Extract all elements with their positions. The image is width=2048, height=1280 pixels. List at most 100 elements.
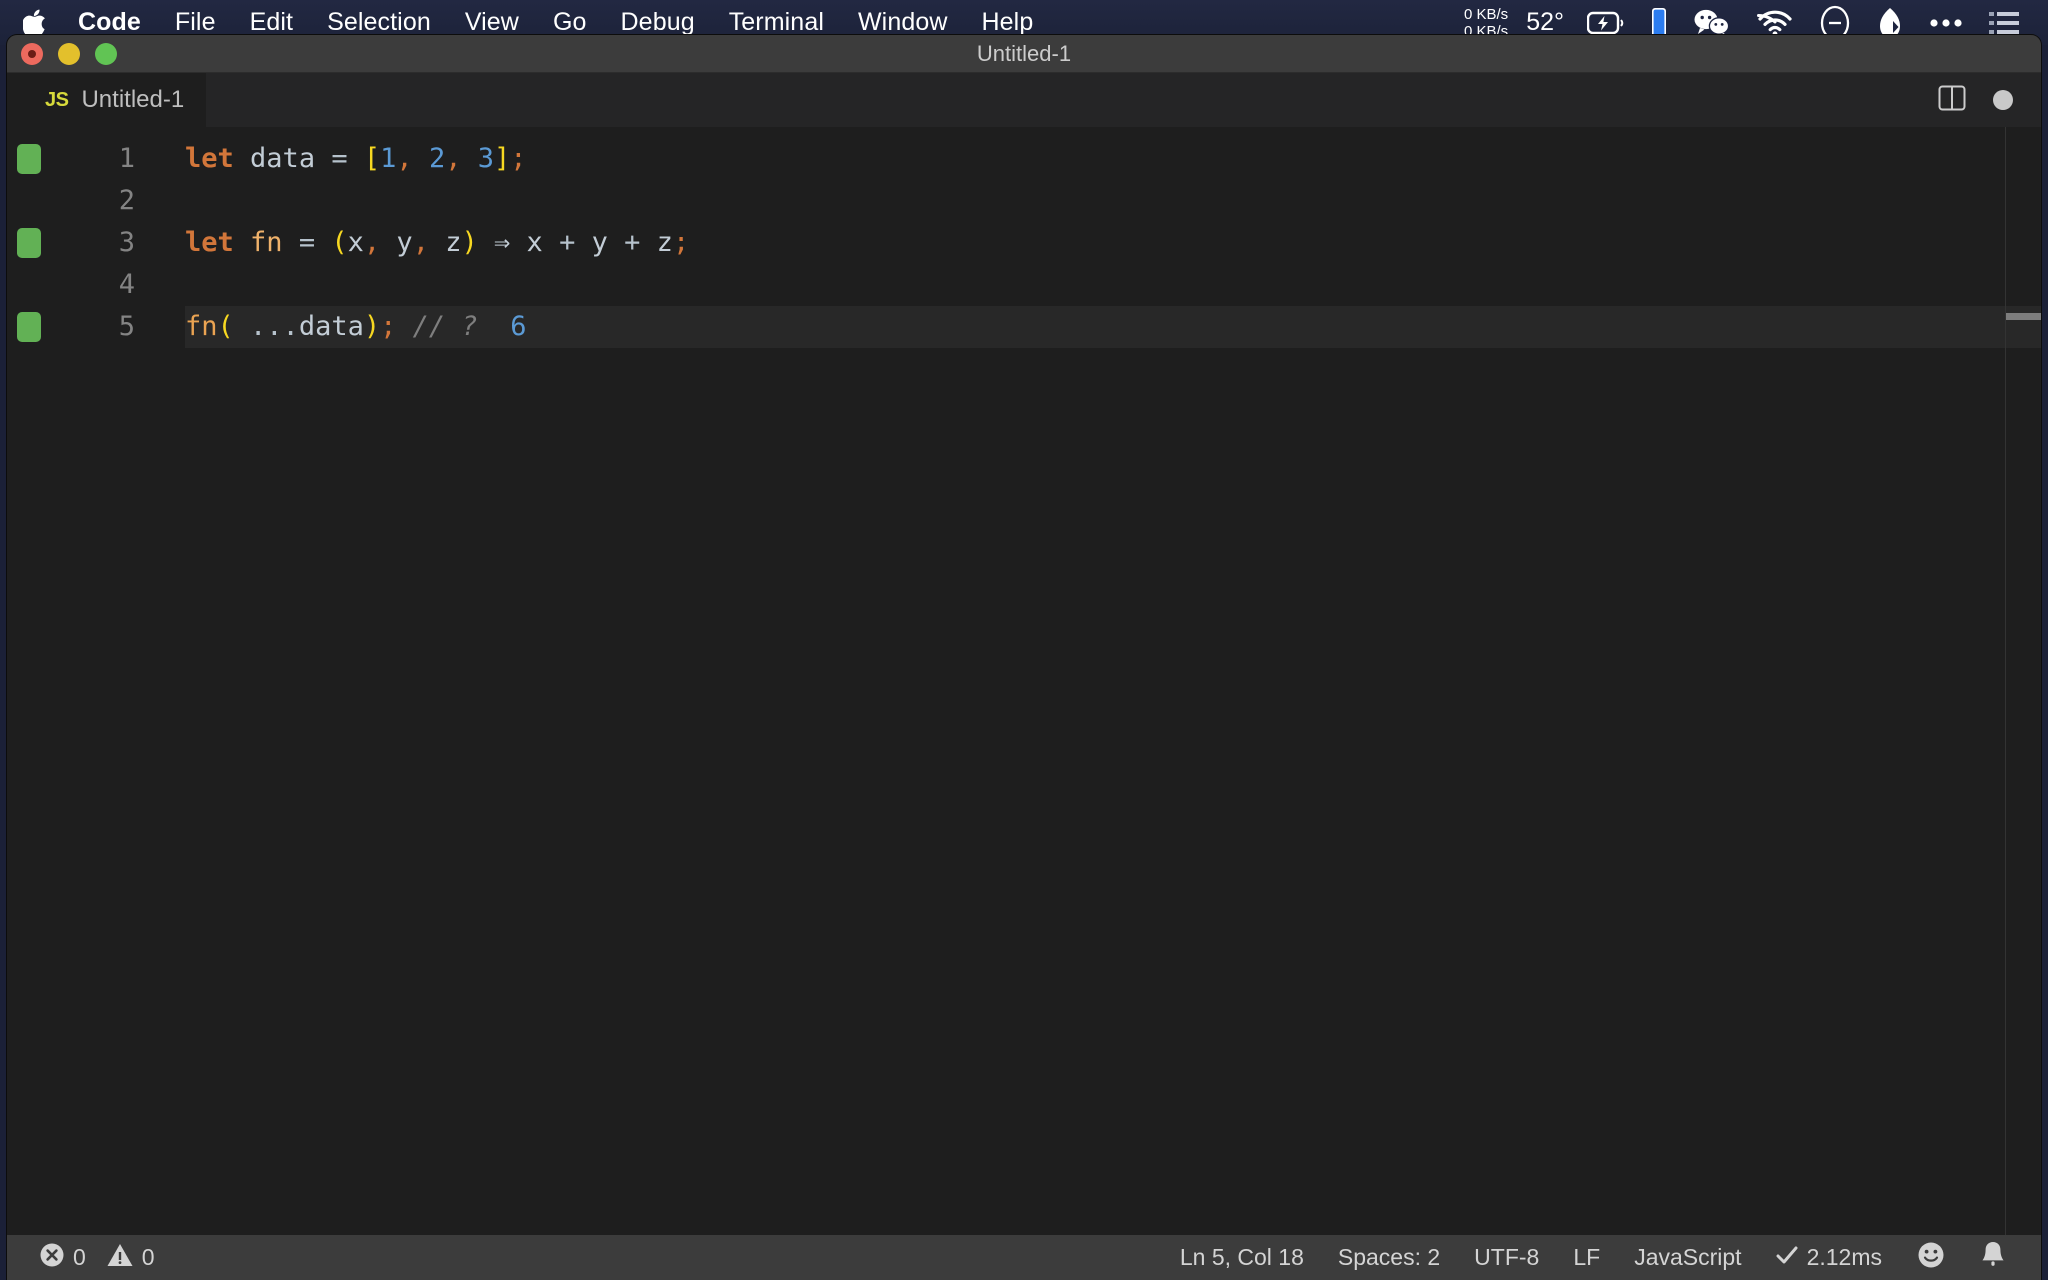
cursor-position-status[interactable]: Ln 5, Col 18	[1163, 1244, 1321, 1271]
token: =	[331, 143, 348, 174]
warning-count: 0	[141, 1244, 155, 1270]
indentation-status[interactable]: Spaces: 2	[1321, 1244, 1457, 1271]
token: fn	[250, 227, 283, 258]
token: ,	[412, 227, 429, 258]
editor-line-5[interactable]: 5 fn( ...data); // ? 6	[7, 306, 2041, 348]
smiley-icon	[1916, 1240, 1946, 1276]
token: x	[526, 227, 543, 258]
editor-line-4[interactable]: 4	[7, 264, 2041, 306]
token: y	[396, 227, 413, 258]
language-mode-status[interactable]: JavaScript	[1617, 1244, 1758, 1271]
token: 1	[380, 143, 397, 174]
tab-label: Untitled-1	[81, 86, 185, 113]
line-number: 5	[118, 311, 135, 342]
token: ;	[510, 143, 527, 174]
eol-status[interactable]: LF	[1556, 1244, 1617, 1271]
error-count: 0	[73, 1244, 86, 1270]
javascript-file-icon: JS	[45, 88, 69, 111]
tab-untitled-1[interactable]: JS Untitled-1	[7, 73, 208, 127]
code-editor[interactable]: 1 let data = [1, 2, 3]; 2 3 let fn = (x, y, …	[7, 127, 2041, 1235]
token: let	[185, 227, 234, 258]
editor-line-1[interactable]: 1 let data = [1, 2, 3];	[7, 138, 2041, 180]
editor-actions-group	[1937, 73, 2023, 127]
notifications-bell-button[interactable]	[1963, 1240, 2023, 1276]
token: fn	[185, 311, 218, 342]
token: y	[591, 227, 608, 258]
token: +	[624, 227, 641, 258]
editor-line-3[interactable]: 3 let fn = (x, y, z) ⇒ x + y + z;	[7, 222, 2041, 264]
encoding-status[interactable]: UTF-8	[1457, 1244, 1556, 1271]
token: x	[347, 227, 364, 258]
screen: Code File Edit Selection View Go Debug T…	[0, 0, 2048, 1280]
token: z	[656, 227, 673, 258]
token: z	[445, 227, 462, 258]
editor-line-2[interactable]: 2	[7, 180, 2041, 222]
split-editor-icon[interactable]	[1937, 83, 1967, 118]
window-titlebar: Untitled-1	[7, 35, 2041, 73]
run-time-value: 2.12ms	[1806, 1244, 1882, 1270]
line-number: 1	[118, 143, 135, 174]
unsaved-dot-icon[interactable]	[1993, 90, 2013, 110]
vscode-window: Untitled-1 JS Untitled-1 1 let data = [1,…	[7, 35, 2041, 1280]
token: (	[217, 311, 234, 342]
token: =	[298, 227, 316, 258]
network-upload-speed: 0 KB/s	[1464, 5, 1509, 23]
token: ,	[396, 143, 413, 174]
check-icon	[1776, 1244, 1798, 1271]
run-time-status[interactable]: 2.12ms	[1759, 1244, 1899, 1271]
token: ...	[250, 311, 299, 342]
token: )	[461, 227, 478, 258]
traffic-light-controls	[7, 42, 117, 65]
line-content: let fn = (x, y, z) ⇒ x + y + z;	[185, 222, 689, 264]
token: ;	[672, 227, 690, 258]
minimize-button[interactable]	[58, 42, 80, 65]
editor-lines-container: 1 let data = [1, 2, 3]; 2 3 let fn = (x, y, …	[7, 127, 2041, 348]
token: ,	[363, 227, 381, 258]
line-content: let data = [1, 2, 3];	[185, 138, 527, 180]
token: ⇒	[494, 227, 511, 258]
line-content: fn( ...data); // ? 6	[185, 306, 526, 348]
token: 2	[428, 143, 446, 174]
line-number: 2	[118, 185, 135, 216]
status-bar-right-group: Ln 5, Col 18 Spaces: 2 UTF-8 LF JavaScri…	[1163, 1240, 2023, 1276]
bell-icon	[1980, 1240, 2006, 1276]
token: ,	[445, 143, 462, 174]
token: )	[363, 311, 381, 342]
token: (	[331, 227, 348, 258]
problems-indicator[interactable]: 0 0	[33, 1242, 161, 1274]
close-button[interactable]	[21, 42, 43, 65]
status-bar-left-group: 0 0	[7, 1242, 161, 1274]
token: [	[363, 143, 381, 174]
token: data	[298, 311, 364, 342]
apple-logo-icon[interactable]	[22, 8, 48, 38]
token: let	[185, 143, 234, 174]
editor-tabbar: JS Untitled-1	[7, 73, 2041, 127]
token: 6	[510, 311, 527, 342]
overview-ruler-cursor-mark	[2006, 313, 2041, 320]
window-title: Untitled-1	[976, 40, 1072, 66]
error-circle-icon	[39, 1242, 65, 1274]
overview-ruler[interactable]	[2005, 127, 2041, 1235]
feedback-smiley-button[interactable]	[1899, 1240, 1963, 1276]
token: // ?	[412, 311, 478, 342]
maximize-button[interactable]	[95, 42, 117, 65]
temperature-indicator[interactable]: 52°	[1516, 8, 1574, 37]
